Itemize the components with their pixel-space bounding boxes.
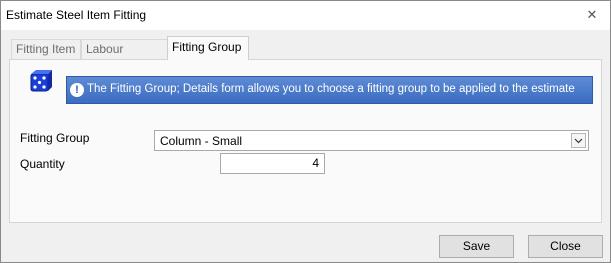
- fitting-group-select[interactable]: Column - Small: [154, 130, 589, 151]
- fitting-group-value: Column - Small: [160, 134, 243, 148]
- chevron-down-icon: [574, 138, 583, 144]
- window-title: Estimate Steel Item Fitting: [6, 8, 147, 22]
- dropdown-button[interactable]: [571, 133, 586, 148]
- info-icon: !: [70, 83, 84, 97]
- dialog-window: Estimate Steel Item Fitting ✕ Fitting It…: [0, 0, 611, 263]
- quantity-input[interactable]: 4: [220, 153, 325, 174]
- info-text: The Fitting Group; Details form allows y…: [87, 83, 575, 95]
- tab-fitting-item[interactable]: Fitting Item: [11, 39, 81, 59]
- info-banner: ! The Fitting Group; Details form allows…: [66, 76, 593, 104]
- fitting-group-label: Fitting Group: [20, 131, 90, 145]
- title-bar: Estimate Steel Item Fitting ✕: [1, 1, 610, 30]
- close-window-button[interactable]: ✕: [581, 6, 603, 24]
- dice-app-icon: [30, 70, 52, 92]
- quantity-label: Quantity: [20, 157, 65, 171]
- save-button[interactable]: Save: [439, 235, 514, 258]
- tab-labour-process[interactable]: Labour Process: [81, 39, 168, 74]
- close-button[interactable]: Close: [528, 235, 603, 258]
- tab-fitting-group[interactable]: Fitting Group: [167, 36, 249, 60]
